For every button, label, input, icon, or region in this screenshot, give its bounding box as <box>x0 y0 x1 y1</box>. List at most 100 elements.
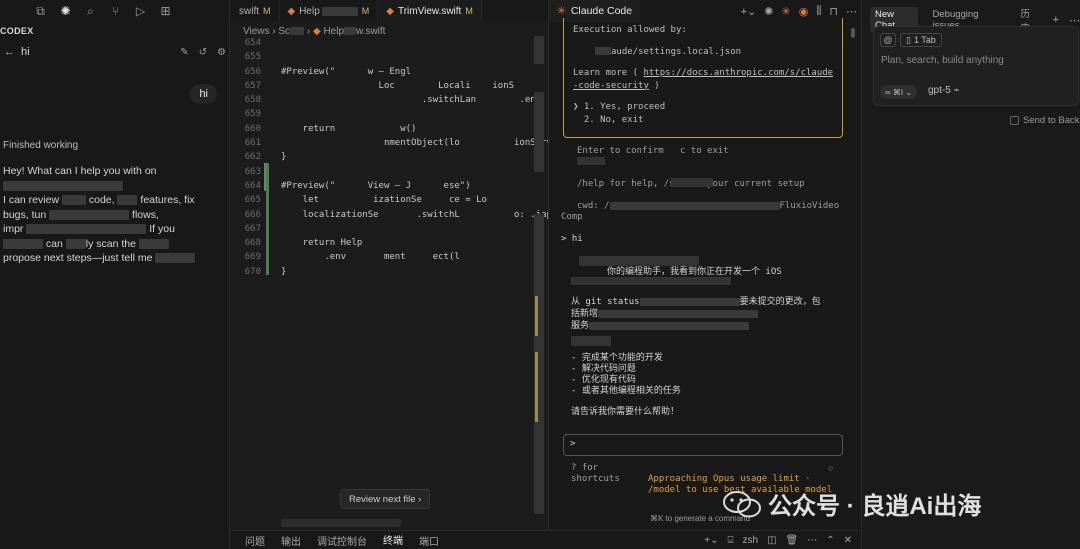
code-line[interactable]: 666 localizationSe .switchL o: .jap <box>231 208 552 222</box>
send-to-background[interactable]: Send to Back <box>1010 115 1080 126</box>
new-thread-icon[interactable]: ✎ <box>180 47 188 58</box>
tab-terminal[interactable]: 终端 <box>375 531 411 549</box>
split-icon[interactable]: ⫼ <box>816 5 821 18</box>
redacted-blur <box>598 309 759 318</box>
code-line[interactable]: 655 <box>231 50 548 64</box>
reply-text: propose next steps—just tell me <box>3 252 153 264</box>
reply-text: If you <box>149 223 175 235</box>
code-line[interactable]: 663 <box>231 165 548 179</box>
user-prompt: > hi <box>561 234 583 244</box>
code-line[interactable]: 667 <box>231 222 548 236</box>
tab-debug-console[interactable]: 调试控制台 <box>309 531 375 549</box>
openai-icon[interactable]: ✺ <box>53 0 78 22</box>
code-lines[interactable]: 654 655 656 #Preview(" w – Engl 657 Loc Loca… <box>231 36 574 279</box>
openai-icon[interactable]: ✺ <box>764 5 773 18</box>
reply-text: features, fix <box>140 194 195 206</box>
model-selector[interactable]: gpt-5 ⌁ <box>928 85 960 96</box>
perm-header: Execution allowed by: <box>573 25 687 35</box>
claude-icon[interactable]: ✳ <box>782 5 791 18</box>
plus-icon[interactable]: +⌄ <box>741 5 757 18</box>
run-debug-icon[interactable]: ▷ <box>128 0 153 22</box>
code-line[interactable]: 657 Loc Locali ionS <box>231 79 548 93</box>
review-next-file-button[interactable]: Review next file › <box>340 489 431 509</box>
code-line[interactable]: 665 let izationSe ce = Lo vi <box>231 193 574 207</box>
redacted-blur <box>65 238 86 249</box>
checkbox[interactable] <box>1010 116 1019 125</box>
tab-problems[interactable]: 问题 <box>231 531 273 549</box>
app-window: ⧉ ✺ ⌕ ⑂ ▷ ⊞ CODEX ← hi ✎ ↺ ⚙ hi Finished… <box>0 0 1080 549</box>
plus-icon[interactable]: +⌄ <box>704 535 718 546</box>
agent-mode-selector[interactable]: ∞ ⌘I ⌄ <box>880 85 918 99</box>
reply-list-item: - 或者其他编程相关的任务 <box>571 386 681 396</box>
redacted-blur <box>117 195 138 206</box>
tab-trimview[interactable]: ◆ TrimView.swift M <box>378 0 482 22</box>
tab-help-file[interactable]: ◆ Help M <box>280 0 379 22</box>
reply-line: 括新增 <box>571 308 759 320</box>
code-line[interactable]: 660 return w() <box>231 122 548 136</box>
line-number: 661 <box>244 138 261 149</box>
horizontal-scrollbar[interactable] <box>281 519 401 527</box>
code-line[interactable]: 659 <box>231 107 548 121</box>
compact-hint: Comp <box>561 212 583 222</box>
code-line[interactable]: 654 <box>231 36 548 50</box>
tab-output[interactable]: 输出 <box>273 531 309 549</box>
reply-text: code, <box>88 194 115 206</box>
extensions-icon[interactable]: ⊞ <box>153 0 178 22</box>
reply-text: 服务 <box>571 321 590 331</box>
cwd-line: cwd: / FluxioVideo <box>577 200 839 212</box>
option-no-exit[interactable]: 2. No, exit <box>573 114 833 127</box>
code-line[interactable]: 656 #Preview(" w – Engl <box>231 65 548 79</box>
chevron-up-icon[interactable]: ⌃ <box>826 535 834 546</box>
code-line[interactable]: 658 .switchLan .eng <box>231 93 548 107</box>
docs-link[interactable]: -code-security <box>573 81 649 91</box>
chat-panel: New Chat Debugging issues 历史 + ⋯ @ ▯1 Ta… <box>861 0 1080 549</box>
permission-dialog: Execution allowed by: aude/settings.loca… <box>563 18 843 138</box>
source-control-icon[interactable]: ⑂ <box>103 0 128 22</box>
code-line[interactable]: 662} <box>231 150 548 164</box>
back-arrow-icon[interactable]: ← <box>4 46 15 58</box>
code-line[interactable]: 670} <box>231 265 548 279</box>
reply-line: 服务 <box>571 320 750 332</box>
more-icon[interactable]: ⋯ <box>1069 14 1080 27</box>
code-line[interactable]: 668 return Help <box>231 236 548 250</box>
code-line[interactable]: 661 nmentObject(lo ionService) <box>231 136 574 150</box>
cwd-tail: FluxioVideo <box>779 201 840 211</box>
lock-icon[interactable]: ⊓ <box>829 5 838 18</box>
line-text: nmentObject(lo ionService) <box>281 138 574 149</box>
vertical-scrollbar[interactable] <box>851 28 855 38</box>
mention-button[interactable]: @ <box>880 33 896 47</box>
more-icon[interactable]: ⋯ <box>807 535 817 546</box>
split-terminal-icon[interactable]: ◫ <box>767 535 776 546</box>
gear-icon[interactable]: ⚙ <box>217 47 226 58</box>
close-icon[interactable]: ✕ <box>844 535 852 546</box>
shell-name[interactable]: zsh <box>743 535 759 546</box>
context-tab-chip[interactable]: ▯ 1 Tab <box>900 33 942 47</box>
chat-icon[interactable]: ◉ <box>799 5 809 18</box>
thread-title: hi <box>21 46 30 58</box>
line-text: } <box>281 266 287 277</box>
user-message-bubble: hi <box>190 84 217 104</box>
code-line[interactable]: 669 .env ment ect(l <box>231 250 548 264</box>
more-icon[interactable]: ⋯ <box>846 5 857 18</box>
files-icon[interactable]: ⧉ <box>28 0 53 22</box>
docs-link[interactable]: https://docs.anthropic.com/s/claude <box>643 68 833 78</box>
line-number: 666 <box>244 209 261 220</box>
line-number: 656 <box>244 66 261 77</box>
line-number: 657 <box>244 80 261 91</box>
claude-prompt-input[interactable]: > <box>563 434 843 456</box>
redacted-blur <box>579 256 699 266</box>
code-line[interactable]: 664 #Preview(" View – J ese") <box>231 179 548 193</box>
tab-swift-file[interactable]: swift M <box>231 0 280 22</box>
redacted-blur <box>3 238 43 249</box>
option-yes-proceed[interactable]: ❯ 1. Yes, proceed <box>573 101 833 114</box>
line-number: 670 <box>244 266 261 277</box>
wechat-icon <box>723 490 761 517</box>
chat-input-placeholder[interactable]: Plan, search, build anything <box>881 55 1004 66</box>
history-icon[interactable]: ↺ <box>199 47 207 58</box>
trash-icon[interactable]: 🗑 <box>786 535 799 546</box>
tab-ports[interactable]: 端口 <box>411 531 447 549</box>
redacted-blur <box>534 36 544 64</box>
search-icon[interactable]: ⌕ <box>78 0 103 22</box>
plus-icon[interactable]: + <box>1053 14 1059 26</box>
redacted-blur <box>61 195 86 206</box>
